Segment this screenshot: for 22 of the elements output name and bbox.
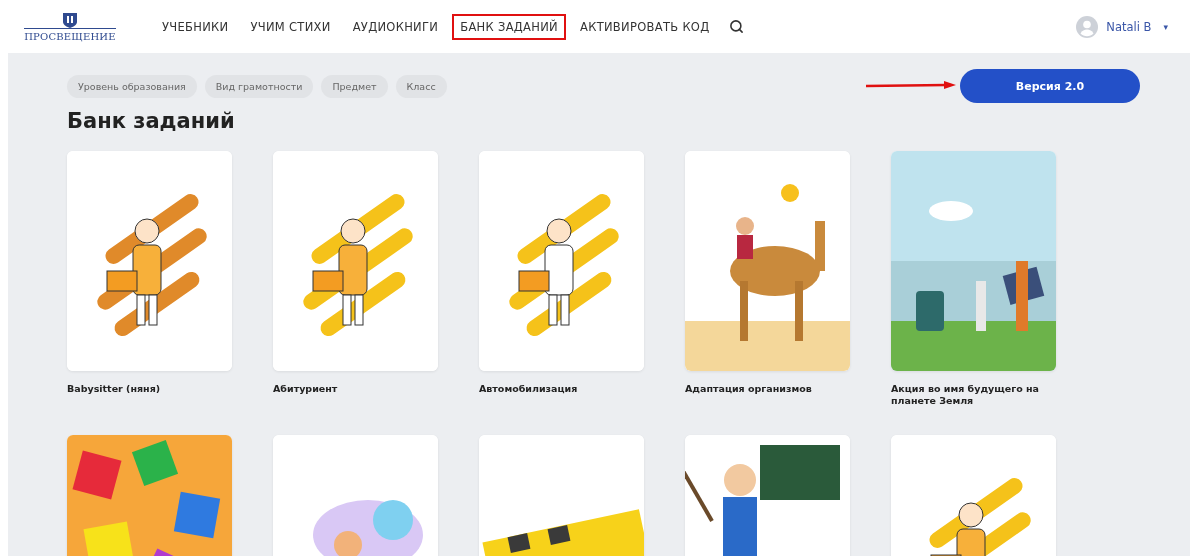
filter-chip[interactable]: Уровень образования xyxy=(67,74,197,98)
nav-link[interactable]: БАНК ЗАДАНИЙ xyxy=(452,13,566,40)
card-title[interactable]: Абитуриент xyxy=(273,383,438,415)
nav-link[interactable]: АКТИВИРОВАТЬ КОД xyxy=(572,13,718,40)
card-title[interactable]: Автомобилизация xyxy=(479,383,644,415)
nav-link[interactable]: АУДИОКНИГИ xyxy=(344,13,447,40)
arrow-icon xyxy=(866,81,956,89)
nav-link[interactable]: УЧЕБНИКИ xyxy=(154,13,237,40)
nav-link[interactable]: УЧИМ СТИХИ xyxy=(242,13,339,40)
filter-chip[interactable]: Предмет xyxy=(321,74,388,98)
page-title: Банк заданий xyxy=(67,109,236,133)
card-title[interactable]: Babysitter (няня) xyxy=(67,383,232,415)
card-title[interactable]: Адаптация организмов xyxy=(685,383,850,415)
caret-icon[interactable]: ▾ xyxy=(1163,21,1168,32)
filter-chip[interactable]: Класс xyxy=(395,74,447,98)
user-name[interactable]: Natali B xyxy=(1106,19,1152,34)
search-icon[interactable] xyxy=(729,19,745,34)
filter-chip[interactable]: Вид грамотности xyxy=(204,74,314,98)
logo-emblem-icon xyxy=(61,11,79,28)
version-button[interactable]: Версия 2.0 xyxy=(960,69,1140,103)
logo-text: ПРОСВЕЩЕНИЕ xyxy=(24,27,116,42)
card-title[interactable]: Акция во имя будущего на планете Земля xyxy=(891,383,1056,415)
